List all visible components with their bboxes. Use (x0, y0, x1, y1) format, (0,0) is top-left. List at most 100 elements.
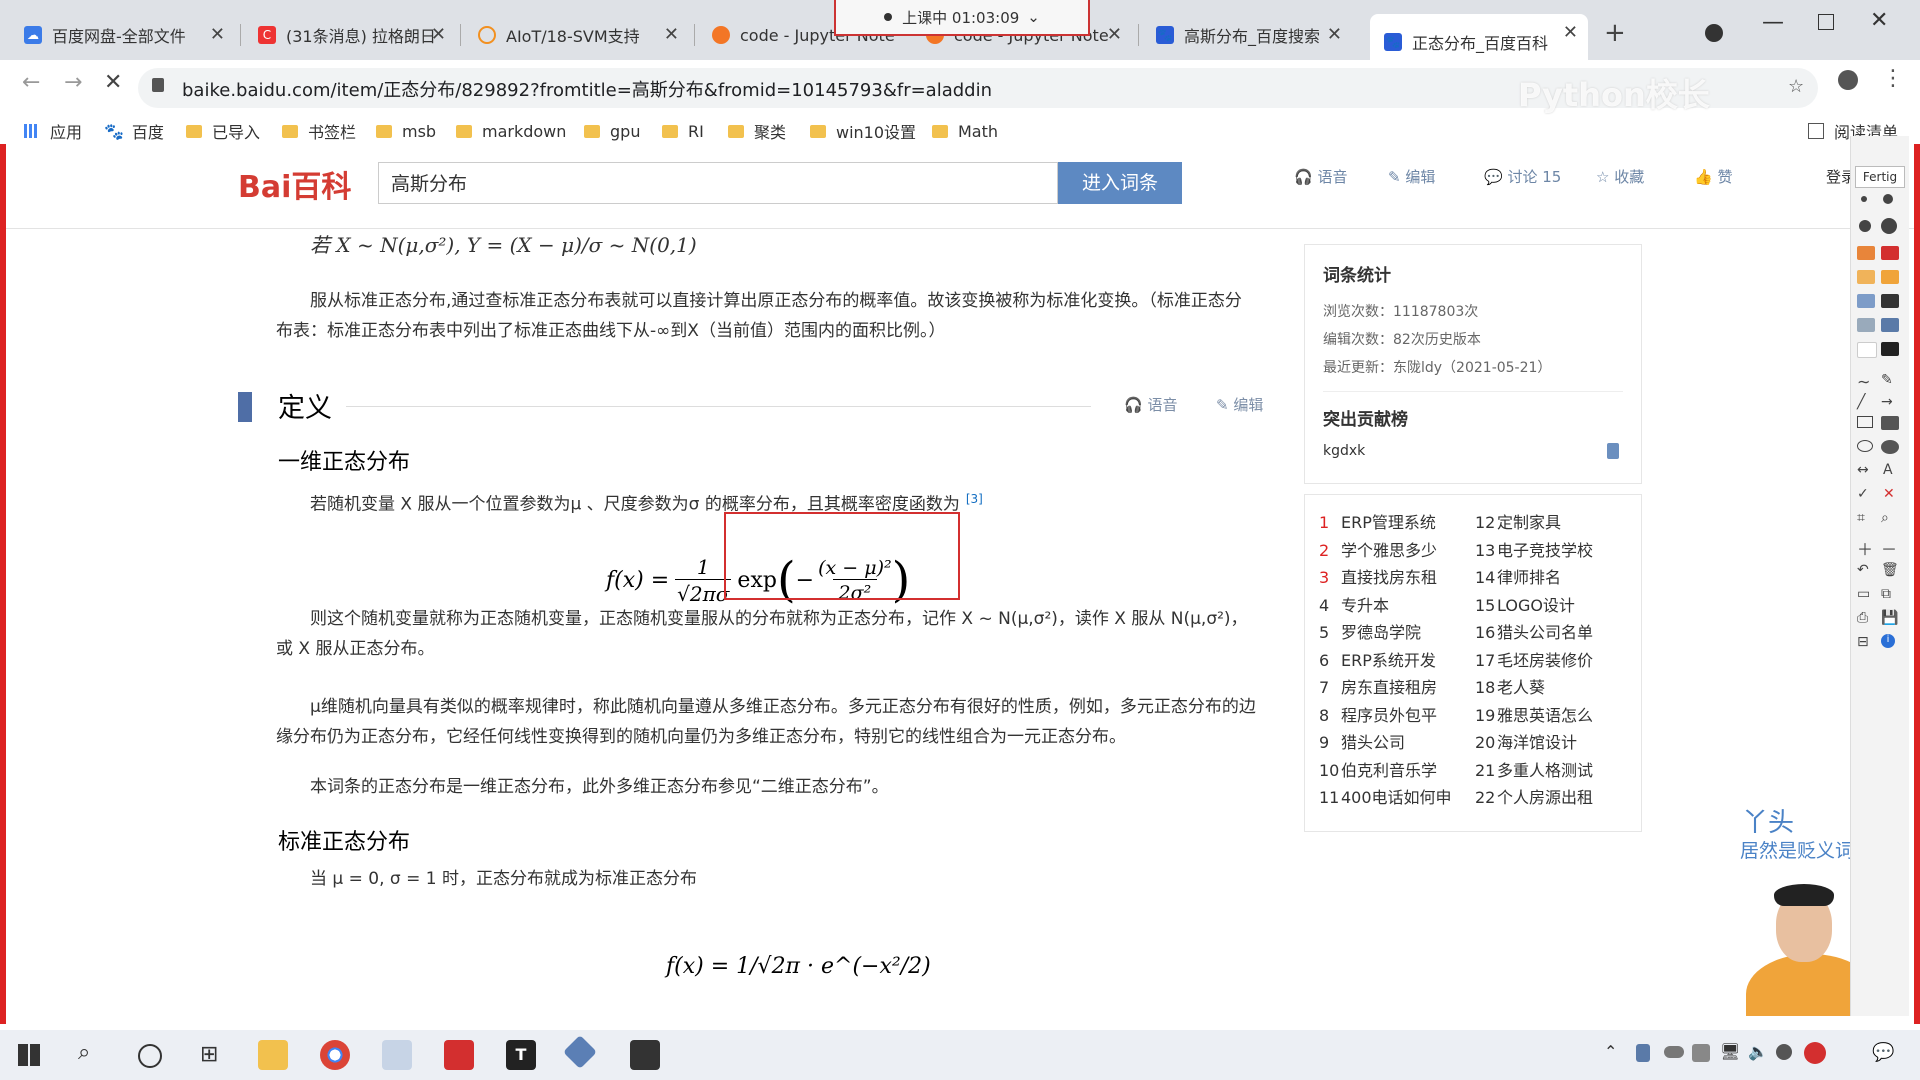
favorite-action[interactable]: ☆ 收藏 (1596, 166, 1644, 187)
close-icon[interactable]: ✕ (664, 24, 679, 45)
close-icon[interactable]: ✕ (1107, 24, 1122, 45)
hot-list-item[interactable]: 11 400电话如何申 (1319, 784, 1452, 808)
screen-icon[interactable]: ⊟ (1857, 634, 1869, 650)
section-edit[interactable]: ✎ 编辑 (1216, 394, 1263, 415)
color-orange-icon[interactable] (1881, 270, 1899, 284)
tab-baidu-pan[interactable]: ☁ 百度网盘-全部文件 ✕ (10, 16, 235, 54)
bookmark-icon[interactable] (1607, 443, 1619, 459)
profile-icon[interactable] (1838, 70, 1858, 90)
tray-drive-icon[interactable] (1692, 1044, 1710, 1062)
double-arrow-icon[interactable]: ↔ (1857, 462, 1869, 478)
print-icon[interactable]: ⎙ (1857, 610, 1868, 626)
contributor-name[interactable]: kgdxk (1323, 443, 1365, 459)
bookmark-apps[interactable]: 应用 (24, 114, 82, 148)
app-diamond-icon[interactable] (563, 1035, 597, 1069)
network-icon[interactable]: 🖥 (1720, 1042, 1740, 1061)
terminal-icon[interactable] (630, 1040, 660, 1070)
maximize-button[interactable] (1818, 14, 1834, 30)
section-voice[interactable]: 🎧 语音 (1124, 394, 1177, 415)
copy-icon[interactable]: ⧉ (1881, 586, 1891, 602)
hot-list-item[interactable]: 4 专升本 (1319, 592, 1389, 616)
bookmark-math[interactable]: Math (932, 114, 998, 148)
bookmark-ri[interactable]: RI (662, 114, 704, 148)
line-tool-icon[interactable]: ╱ (1857, 394, 1865, 410)
hot-list-item[interactable]: 1 ERP管理系统 (1319, 509, 1436, 533)
task-view-icon[interactable]: ⊞ (200, 1042, 218, 1067)
search-icon[interactable]: ⌕ (78, 1040, 90, 1065)
filled-rect-tool-icon[interactable] (1881, 416, 1899, 430)
highlighter-yellow-icon[interactable] (1857, 270, 1875, 284)
highlighter-gray-icon[interactable] (1857, 318, 1875, 332)
hot-list-item[interactable]: 13 电子竞技学校 (1475, 537, 1593, 561)
hot-list-item[interactable]: 16 猎头公司名单 (1475, 619, 1593, 643)
fertig-button[interactable]: Fertig (1855, 166, 1905, 188)
baike-logo[interactable]: Bai百科 (238, 162, 351, 206)
pen-tool-icon[interactable]: ✎ (1881, 372, 1893, 388)
trash-icon[interactable]: 🗑 (1881, 562, 1899, 578)
hot-list-item[interactable]: 17 毛坯房装修价 (1475, 647, 1593, 671)
check-icon[interactable]: ✓ (1857, 486, 1869, 502)
bookmark-win10[interactable]: win10设置 (810, 114, 916, 148)
menu-icon[interactable]: ⋮ (1882, 66, 1904, 91)
dot-small-icon[interactable] (1861, 196, 1867, 202)
last-updated[interactable]: 最近更新：东陇ldy（2021-05-21） (1323, 357, 1551, 377)
dot-medium-icon[interactable] (1883, 194, 1893, 204)
minimize-button[interactable]: — (1762, 10, 1784, 35)
cortana-icon[interactable] (138, 1044, 162, 1068)
bookmark-imported[interactable]: 已导入 (186, 114, 260, 148)
bookmark-bar-folder[interactable]: 书签栏 (282, 114, 356, 148)
voice-action[interactable]: 🎧 语音 (1294, 166, 1347, 187)
hot-list-item[interactable]: 19 雅思英语怎么 (1475, 702, 1593, 726)
highlighter-orange-icon[interactable] (1857, 246, 1875, 260)
color-dark-icon[interactable] (1881, 342, 1899, 356)
dot-large-icon[interactable] (1859, 220, 1871, 232)
close-icon[interactable]: ✕ (431, 24, 446, 45)
tray-status-icon[interactable] (1776, 1044, 1792, 1060)
volume-icon[interactable]: 🔈 (1748, 1042, 1768, 1061)
like-action[interactable]: 👍 赞 (1694, 166, 1732, 187)
tab-search-icon[interactable] (1705, 24, 1723, 42)
star-icon[interactable]: ☆ (1788, 76, 1804, 97)
hot-list-item[interactable]: 15 LOGO设计 (1475, 592, 1575, 616)
hot-list-item[interactable]: 14 律师排名 (1475, 564, 1561, 588)
hot-list-item[interactable]: 22 个人房源出租 (1475, 784, 1593, 808)
info-icon[interactable]: i (1881, 634, 1895, 648)
hot-list-item[interactable]: 6 ERP系统开发 (1319, 647, 1436, 671)
search-input[interactable]: 高斯分布 (378, 162, 1058, 204)
hot-list-item[interactable]: 2 学个雅思多少 (1319, 537, 1437, 561)
back-button[interactable]: ← (22, 70, 40, 95)
bookmark-gpu[interactable]: gpu (584, 114, 640, 148)
file-explorer-icon[interactable] (258, 1040, 288, 1070)
filled-ellipse-tool-icon[interactable] (1881, 440, 1899, 454)
hot-list-item[interactable]: 5 罗德岛学院 (1319, 619, 1421, 643)
hot-list-item[interactable]: 3 直接找房东租 (1319, 564, 1437, 588)
hot-list-item[interactable]: 21 多重人格测试 (1475, 757, 1593, 781)
save-icon[interactable]: 💾 (1881, 610, 1898, 626)
color-red-icon[interactable] (1881, 246, 1899, 260)
hot-list-item[interactable]: 8 程序员外包平 (1319, 702, 1437, 726)
curve-tool-icon[interactable]: ∼ (1857, 372, 1870, 391)
color-blue-icon[interactable] (1881, 318, 1899, 332)
address-bar[interactable]: baike.baidu.com/item/正态分布/829892?fromtit… (138, 68, 1818, 114)
forward-button[interactable]: → (64, 70, 82, 95)
close-icon[interactable]: ✕ (1563, 22, 1578, 43)
recording-badge[interactable]: 上课中 01:03:09 ⌄ (834, 0, 1090, 36)
cross-icon[interactable]: ✕ (1883, 486, 1895, 502)
zoom-icon[interactable]: ⌕ (1881, 510, 1889, 526)
plus-icon[interactable]: ＋ (1857, 536, 1873, 560)
new-page-icon[interactable]: ▭ (1857, 586, 1870, 602)
paint-app-icon[interactable] (382, 1040, 412, 1070)
ellipse-tool-icon[interactable] (1857, 440, 1873, 452)
tab-aiot[interactable]: AIoT/18-SVM支持 ✕ (464, 16, 689, 54)
minus-icon[interactable]: － (1881, 536, 1897, 560)
close-icon[interactable]: ✕ (210, 24, 225, 45)
crop-icon[interactable]: ⌗ (1857, 510, 1865, 526)
reference-link[interactable]: [3] (966, 492, 983, 506)
tray-app-icon[interactable] (1636, 1044, 1650, 1062)
color-black-icon[interactable] (1881, 294, 1899, 308)
stop-loading-button[interactable]: ✕ (104, 70, 122, 95)
bookmark-cluster[interactable]: 聚类 (728, 114, 786, 148)
hot-list-item[interactable]: 18 老人葵 (1475, 674, 1545, 698)
text-tool-icon[interactable]: A (1883, 462, 1893, 478)
hot-list-item[interactable]: 20 海洋馆设计 (1475, 729, 1577, 753)
